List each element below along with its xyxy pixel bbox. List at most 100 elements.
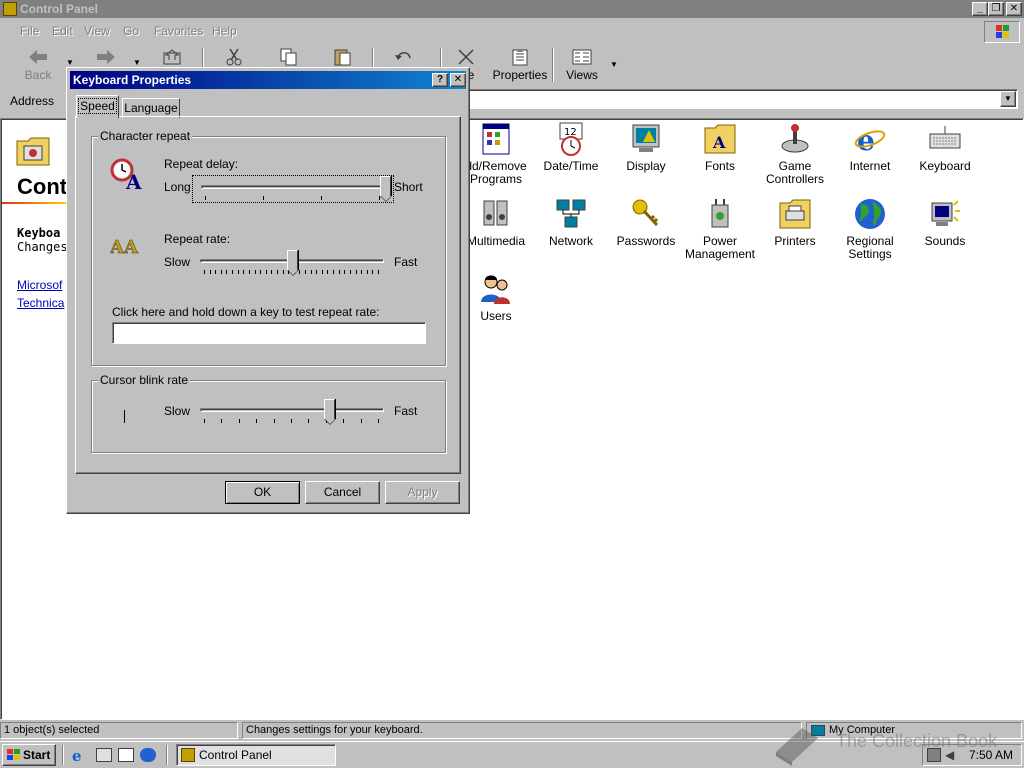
add-remove-programs-label: dd/Remove Programs — [465, 159, 527, 186]
svg-text:A: A — [712, 133, 726, 152]
start-button[interactable]: Start — [2, 744, 56, 766]
repeat-rate-icon: AA — [110, 237, 139, 257]
slider-tick — [205, 196, 206, 200]
regional-settings-item[interactable]: Regional Settings — [832, 197, 908, 261]
repeat-delay-slider[interactable] — [192, 175, 394, 203]
slider-tick — [316, 270, 318, 274]
channels-quicklaunch-icon[interactable] — [140, 748, 156, 762]
views-button[interactable]: Views — [560, 46, 604, 84]
outlook-express-quicklaunch-icon[interactable] — [96, 748, 112, 762]
back-arrow-icon — [29, 50, 47, 64]
svg-text:e: e — [857, 124, 875, 156]
restore-button[interactable]: ❐ — [988, 2, 1004, 16]
views-dropdown-icon[interactable]: ▼ — [610, 60, 618, 69]
internet-explorer-quicklaunch-icon[interactable]: e — [72, 747, 90, 765]
fonts-item[interactable]: A Fonts — [682, 122, 758, 173]
repeat-rate-thumb[interactable] — [287, 250, 299, 276]
show-desktop-quicklaunch-icon[interactable] — [118, 748, 134, 762]
address-dropdown-icon[interactable]: ▼ — [1000, 91, 1016, 107]
display-item[interactable]: Display — [608, 122, 684, 173]
menu-favorites[interactable]: Favorites — [154, 24, 203, 38]
cancel-button[interactable]: Cancel — [305, 481, 380, 504]
network-item[interactable]: Network — [533, 197, 609, 248]
internet-icon: e — [854, 124, 886, 156]
slider-tick — [204, 419, 205, 423]
repeat-rate-slider[interactable] — [192, 250, 394, 278]
internet-label: Internet — [849, 159, 891, 173]
menu-help[interactable]: Help — [212, 24, 237, 38]
slider-tick — [260, 270, 262, 274]
slider-tick — [379, 196, 380, 200]
views-icon — [572, 49, 592, 65]
slider-tick — [282, 270, 284, 274]
game-controllers-icon — [781, 124, 809, 153]
repeat-delay-track — [201, 185, 385, 189]
slider-tick — [305, 270, 307, 274]
menu-go[interactable]: Go — [123, 24, 139, 38]
back-dropdown-icon[interactable]: ▼ — [66, 58, 74, 67]
keyboard-label: Keyboard — [919, 159, 971, 173]
slider-tick — [271, 270, 273, 274]
date-time-label: Date/Time — [543, 159, 599, 173]
game-controllers-item[interactable]: Game Controllers — [757, 122, 833, 186]
dialog-title-bar[interactable]: Keyboard Properties ? ✕ — [70, 71, 466, 89]
slider-tick — [344, 270, 346, 274]
back-label: Back — [24, 68, 52, 82]
character-repeat-label: Character repeat — [98, 129, 193, 143]
passwords-item[interactable]: Passwords — [608, 197, 684, 248]
svg-text:AA: AA — [110, 237, 139, 257]
tab-speed[interactable]: Speed — [76, 95, 119, 118]
ok-button[interactable]: OK — [225, 481, 300, 504]
microsoft-link[interactable]: Microsof — [17, 278, 62, 292]
minimize-button[interactable]: _ — [972, 2, 988, 16]
cursor-blink-thumb[interactable] — [323, 399, 336, 425]
menu-edit[interactable]: Edit — [52, 24, 73, 38]
properties-button[interactable]: Properties — [492, 46, 548, 84]
slider-tick — [220, 270, 222, 274]
add-remove-programs-icon — [482, 123, 510, 155]
undo-icon — [395, 52, 411, 60]
printers-label: Printers — [774, 234, 816, 248]
toolbar-separator — [552, 48, 554, 82]
selected-item-name: Keyboa — [17, 226, 61, 240]
book-watermark-icon — [776, 728, 818, 766]
back-button[interactable]: Back — [14, 46, 62, 84]
test-repeat-input[interactable] — [112, 322, 426, 344]
address-input[interactable]: ▼ — [466, 89, 1018, 109]
slider-tick — [232, 270, 234, 274]
dialog-title: Keyboard Properties — [73, 73, 192, 87]
repeat-delay-max-label: Short — [394, 180, 423, 194]
taskbar-separator — [62, 745, 64, 765]
views-label: Views — [566, 68, 598, 82]
menu-view[interactable]: View — [84, 24, 110, 38]
speed-tab-panel: Character repeat A Repeat delay: Long Sh… — [75, 116, 461, 474]
dialog-close-button[interactable]: ✕ — [450, 73, 466, 87]
slider-tick — [308, 419, 310, 423]
display-icon — [632, 124, 660, 152]
main-window-title-bar[interactable]: Control Panel _ ❐ ✕ — [0, 0, 1024, 18]
slider-tick — [360, 419, 362, 423]
slider-tick — [327, 270, 329, 274]
forward-dropdown-icon[interactable]: ▼ — [133, 58, 141, 67]
menu-file[interactable]: File — [20, 24, 39, 38]
help-button[interactable]: ? — [432, 73, 448, 87]
sounds-label: Sounds — [924, 234, 966, 248]
cursor-preview — [124, 410, 125, 423]
close-button[interactable]: ✕ — [1006, 2, 1022, 16]
printers-item[interactable]: Printers — [757, 197, 833, 248]
sounds-item[interactable]: Sounds — [907, 197, 983, 248]
date-time-item[interactable]: 12 Date/Time — [533, 122, 609, 173]
repeat-delay-thumb[interactable] — [380, 176, 392, 202]
taskbar-control-panel-button[interactable]: Control Panel — [176, 744, 336, 766]
power-management-item[interactable]: Power Management — [682, 197, 758, 261]
multimedia-icon — [483, 200, 508, 226]
cursor-blink-slider[interactable] — [192, 399, 394, 427]
tab-language[interactable]: Language — [122, 98, 180, 118]
technical-support-link[interactable]: Technica — [17, 296, 64, 310]
keyboard-item[interactable]: Keyboard — [907, 122, 983, 173]
date-time-icon: 12 — [559, 122, 583, 156]
internet-item[interactable]: e Internet — [832, 122, 908, 173]
slider-tick — [378, 270, 379, 274]
slider-tick — [238, 419, 240, 423]
apply-button[interactable]: Apply — [385, 481, 460, 504]
